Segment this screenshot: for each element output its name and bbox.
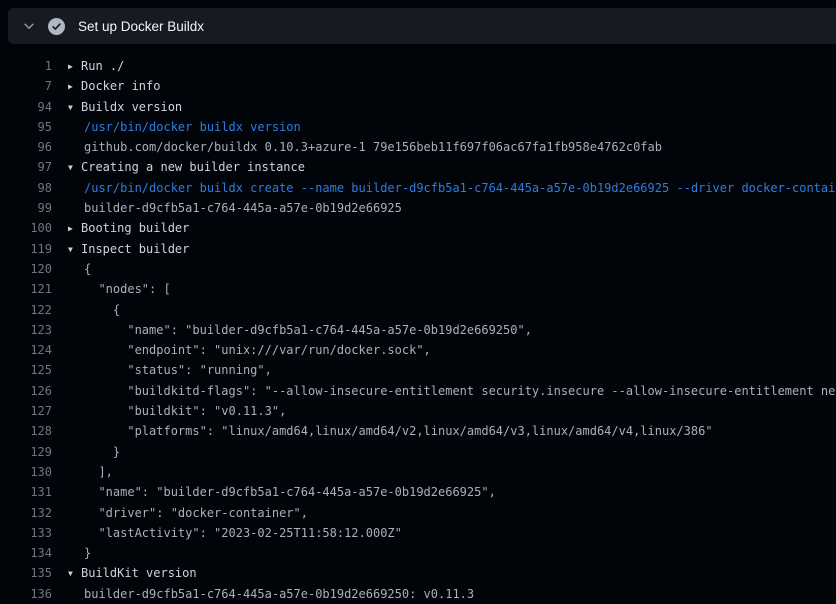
- log-output-text: "name": "builder-d9cfb5a1-c764-445a-a57e…: [84, 482, 496, 502]
- log-output-text: builder-d9cfb5a1-c764-445a-a57e-0b19d2e6…: [84, 198, 402, 218]
- line-number[interactable]: 129: [0, 442, 52, 462]
- log-output-text: }: [84, 442, 120, 462]
- line-number[interactable]: 120: [0, 259, 52, 279]
- log-line: 99 builder-d9cfb5a1-c764-445a-a57e-0b19d2…: [0, 198, 836, 218]
- triangle-down-icon[interactable]: ▼: [68, 98, 81, 117]
- log-command-text: /usr/bin/docker buildx version: [84, 117, 301, 137]
- log-line: 122 {: [0, 300, 836, 320]
- line-number[interactable]: 130: [0, 462, 52, 482]
- log-group-header[interactable]: ▼Creating a new builder instance: [68, 157, 305, 177]
- triangle-right-icon[interactable]: ▶: [68, 77, 81, 96]
- line-number[interactable]: 128: [0, 421, 52, 441]
- log-output-text: "name": "builder-d9cfb5a1-c764-445a-a57e…: [84, 320, 532, 340]
- log-output-text: builder-d9cfb5a1-c764-445a-a57e-0b19d2e6…: [84, 584, 474, 604]
- log-output-text: "platforms": "linux/amd64,linux/amd64/v2…: [84, 421, 713, 441]
- line-number[interactable]: 127: [0, 401, 52, 421]
- log-line: 131 "name": "builder-d9cfb5a1-c764-445a-…: [0, 482, 836, 502]
- line-number[interactable]: 131: [0, 482, 52, 502]
- log-output-text: ],: [84, 462, 113, 482]
- line-number[interactable]: 123: [0, 320, 52, 340]
- log-group-header[interactable]: ▶Run ./: [68, 56, 124, 76]
- log-line: 7 ▶Docker info: [0, 76, 836, 96]
- log-group-header[interactable]: ▼BuildKit version: [68, 563, 197, 583]
- log-line: 133 "lastActivity": "2023-02-25T11:58:12…: [0, 523, 836, 543]
- triangle-down-icon[interactable]: ▼: [68, 240, 81, 259]
- log-line: 1 ▶Run ./: [0, 56, 836, 76]
- log-line: 119 ▼Inspect builder: [0, 239, 836, 259]
- check-circle-icon: [48, 18, 65, 35]
- line-number[interactable]: 94: [0, 97, 52, 117]
- log-output-text: "driver": "docker-container",: [84, 503, 308, 523]
- log-line: 121 "nodes": [: [0, 279, 836, 299]
- log-line: 129 }: [0, 442, 836, 462]
- log-output-text: "buildkit": "v0.11.3",: [84, 401, 286, 421]
- log-output-text: {: [84, 300, 120, 320]
- log-output-text: {: [84, 259, 91, 279]
- log-line: 134}: [0, 543, 836, 563]
- log-group-header[interactable]: ▶Docker info: [68, 76, 160, 96]
- line-number[interactable]: 1: [0, 56, 52, 76]
- line-number[interactable]: 122: [0, 300, 52, 320]
- log-lines: 1▶Run ./7▶Docker info94▼Buildx version95…: [0, 56, 836, 604]
- log-line: 98/usr/bin/docker buildx create --name b…: [0, 178, 836, 198]
- line-number[interactable]: 135: [0, 563, 52, 583]
- step-header[interactable]: Set up Docker Buildx: [8, 8, 836, 44]
- line-number[interactable]: 95: [0, 117, 52, 137]
- log-group-header[interactable]: ▶Booting builder: [68, 218, 189, 238]
- triangle-right-icon[interactable]: ▶: [68, 219, 81, 238]
- log-output-text: }: [84, 543, 91, 563]
- log-line: 124 "endpoint": "unix:///var/run/docker.…: [0, 340, 836, 360]
- log-output-text: "nodes": [: [84, 279, 171, 299]
- chevron-down-icon[interactable]: [21, 18, 37, 34]
- line-number[interactable]: 134: [0, 543, 52, 563]
- log-line: 97 ▼Creating a new builder instance: [0, 157, 836, 177]
- log-line: 96 github.com/docker/buildx 0.10.3+azure-…: [0, 137, 836, 157]
- line-number[interactable]: 96: [0, 137, 52, 157]
- log-line: 123 "name": "builder-d9cfb5a1-c764-445a-…: [0, 320, 836, 340]
- log-output-text: "status": "running",: [84, 360, 272, 380]
- line-number[interactable]: 121: [0, 279, 52, 299]
- log-line: 94 ▼Buildx version: [0, 97, 836, 117]
- log-line: 136 builder-d9cfb5a1-c764-445a-a57e-0b19d…: [0, 584, 836, 604]
- line-number[interactable]: 98: [0, 178, 52, 198]
- log-output-text: "lastActivity": "2023-02-25T11:58:12.000…: [84, 523, 402, 543]
- log-group-header[interactable]: ▼Buildx version: [68, 97, 182, 117]
- log-group-header[interactable]: ▼Inspect builder: [68, 239, 189, 259]
- log-viewer: 1▶Run ./7▶Docker info94▼Buildx version95…: [0, 56, 836, 604]
- line-number[interactable]: 119: [0, 239, 52, 259]
- log-line: 100 ▶Booting builder: [0, 218, 836, 238]
- line-number[interactable]: 97: [0, 157, 52, 177]
- line-number[interactable]: 136: [0, 584, 52, 604]
- line-number[interactable]: 124: [0, 340, 52, 360]
- log-line: 135 ▼BuildKit version: [0, 563, 836, 583]
- log-line: 95/usr/bin/docker buildx version: [0, 117, 836, 137]
- log-command-text: /usr/bin/docker buildx create --name bui…: [84, 178, 836, 198]
- log-line: 127 "buildkit": "v0.11.3",: [0, 401, 836, 421]
- log-line: 132 "driver": "docker-container",: [0, 503, 836, 523]
- log-line: 126 "buildkitd-flags": "--allow-insecure…: [0, 381, 836, 401]
- log-line: 128 "platforms": "linux/amd64,linux/amd6…: [0, 421, 836, 441]
- log-line: 120 {: [0, 259, 836, 279]
- log-line: 125 "status": "running",: [0, 360, 836, 380]
- log-output-text: "endpoint": "unix:///var/run/docker.sock…: [84, 340, 431, 360]
- log-output-text: "buildkitd-flags": "--allow-insecure-ent…: [84, 381, 836, 401]
- step-title: Set up Docker Buildx: [78, 19, 204, 34]
- line-number[interactable]: 7: [0, 76, 52, 96]
- triangle-right-icon[interactable]: ▶: [68, 57, 81, 76]
- line-number[interactable]: 99: [0, 198, 52, 218]
- log-output-text: github.com/docker/buildx 0.10.3+azure-1 …: [84, 137, 662, 157]
- line-number[interactable]: 100: [0, 218, 52, 238]
- line-number[interactable]: 126: [0, 381, 52, 401]
- line-number[interactable]: 132: [0, 503, 52, 523]
- triangle-down-icon[interactable]: ▼: [68, 564, 81, 583]
- triangle-down-icon[interactable]: ▼: [68, 158, 81, 177]
- log-line: 130 ],: [0, 462, 836, 482]
- line-number[interactable]: 133: [0, 523, 52, 543]
- line-number[interactable]: 125: [0, 360, 52, 380]
